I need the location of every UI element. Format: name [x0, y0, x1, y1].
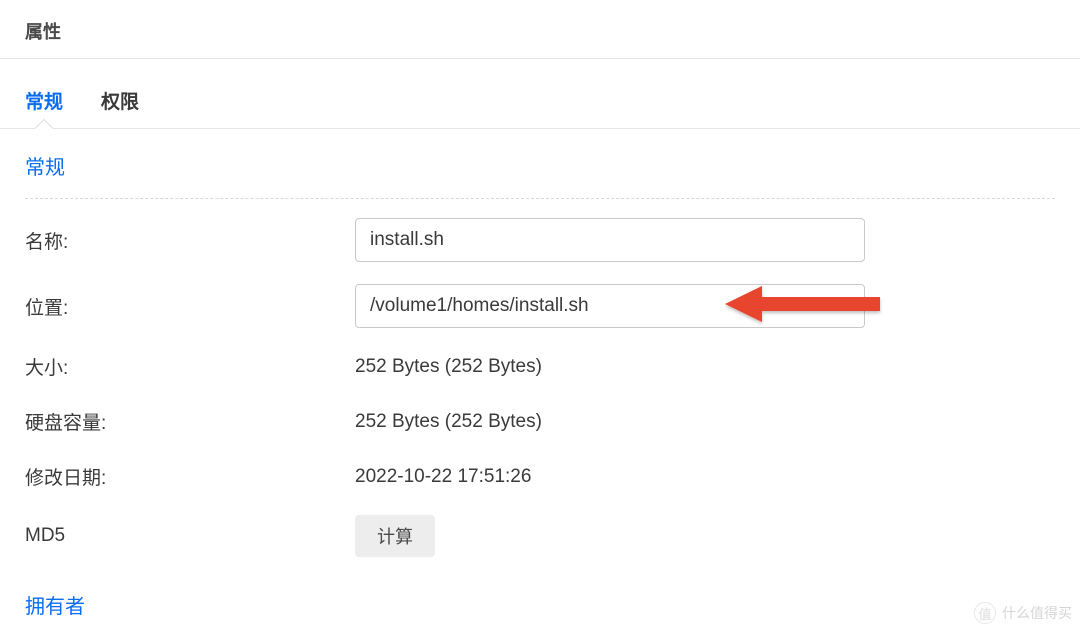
- content-area: 常规 名称: 位置: 大小: 252 Bytes (252 Bytes) 硬盘容…: [0, 129, 1080, 637]
- dialog-title: 属性: [25, 18, 1055, 44]
- watermark-text: 什么值得买: [1002, 603, 1072, 623]
- section-general-title: 常规: [25, 129, 1055, 199]
- location-label: 位置:: [25, 293, 355, 320]
- row-name: 名称:: [25, 207, 1055, 273]
- modified-date-value: 2022-10-22 17:51:26: [355, 466, 531, 488]
- section-owner-title: 拥有者: [25, 568, 1055, 637]
- dialog-header: 属性: [0, 0, 1080, 59]
- tab-permission[interactable]: 权限: [101, 87, 139, 128]
- row-disk-capacity: 硬盘容量: 252 Bytes (252 Bytes): [25, 394, 1055, 449]
- row-md5: MD5 计算: [25, 504, 1055, 568]
- md5-calculate-button[interactable]: 计算: [355, 515, 435, 557]
- row-size: 大小: 252 Bytes (252 Bytes): [25, 339, 1055, 394]
- watermark: 值 什么值得买: [974, 602, 1072, 624]
- tab-bar: 常规 权限: [0, 87, 1080, 129]
- row-modified-date: 修改日期: 2022-10-22 17:51:26: [25, 449, 1055, 504]
- row-location: 位置:: [25, 273, 1055, 339]
- location-input[interactable]: [355, 284, 865, 328]
- watermark-icon: 值: [974, 602, 996, 624]
- md5-label: MD5: [25, 525, 355, 547]
- tab-general[interactable]: 常规: [25, 87, 63, 128]
- size-label: 大小:: [25, 353, 355, 380]
- size-value: 252 Bytes (252 Bytes): [355, 356, 542, 378]
- disk-capacity-label: 硬盘容量:: [25, 408, 355, 435]
- name-label: 名称:: [25, 227, 355, 254]
- modified-date-label: 修改日期:: [25, 463, 355, 490]
- name-input[interactable]: [355, 218, 865, 262]
- disk-capacity-value: 252 Bytes (252 Bytes): [355, 411, 542, 433]
